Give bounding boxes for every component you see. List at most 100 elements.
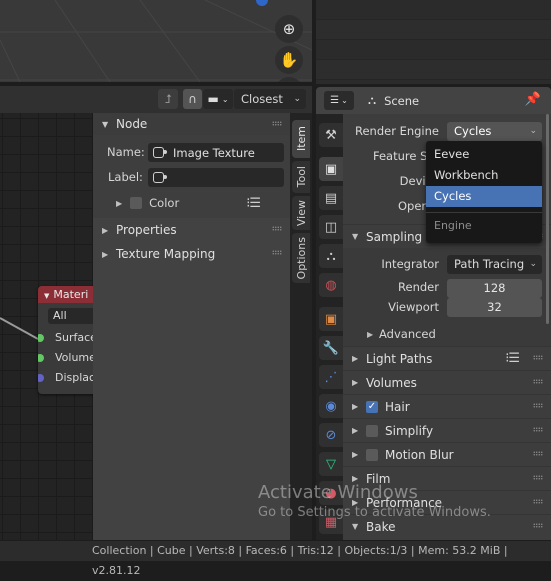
tab-tool-settings[interactable]: ⚒ [319,123,343,147]
section-header-performance[interactable]: ▶ Performance [343,490,551,514]
tool-icon: ⚒ [325,127,337,143]
collapse-triangle-icon[interactable]: ▼ [44,292,49,300]
integrator-select[interactable]: Path Tracing ⌄ [447,255,542,274]
tab-item[interactable]: Item [292,120,310,158]
section-header-film[interactable]: ▶ Film [343,466,551,490]
hand-pan-icon[interactable]: ✋ [275,46,303,74]
drag-grip-icon[interactable] [533,451,543,456]
expand-triangle-icon: ▼ [102,119,109,129]
menu-item-cycles[interactable]: Cycles [426,186,542,207]
section-header-simplify[interactable]: ▶ Simplify [343,418,551,442]
tab-particles[interactable]: ⋰ [319,365,343,389]
snap-toggle-button[interactable]: ∩ [183,89,202,109]
zoom-icon[interactable]: ⊕ [275,15,303,43]
scene-icon: ⛬ [326,248,336,264]
section-checkbox[interactable]: ✓ [366,400,378,413]
integrator-value: Path Tracing [454,257,525,271]
tab-scene[interactable]: ⛬ [319,244,343,268]
drag-grip-icon[interactable] [533,475,543,480]
outliner-row [316,40,551,60]
section-header-hair[interactable]: ▶ ✓ Hair [343,394,551,418]
section-title: Simplify [385,423,434,438]
tab-view[interactable]: View [292,196,310,230]
menu-item-eevee[interactable]: Eevee [426,144,542,165]
name-value: Image Texture [173,145,255,160]
pin-icon[interactable]: 📌 [525,92,541,107]
tab-object-data[interactable]: ▽ [319,452,343,476]
color-checkbox[interactable] [130,197,143,209]
section-header-motion-blur[interactable]: ▶ Motion Blur [343,442,551,466]
texture-icon: ▦ [324,514,338,530]
socket-dot[interactable] [38,334,44,342]
render-engine-menu: Eevee Workbench Cycles Engine [426,141,542,243]
properties-header: ☰ ⌄ ⛬ Scene 📌 [316,87,551,114]
material-output-node[interactable]: ▼ Materi All Surface Volume Displac [38,286,93,394]
tab-tool[interactable]: Tool [292,161,310,193]
tab-material[interactable]: ◕ [319,481,343,505]
drag-grip-icon[interactable] [533,379,543,384]
world-icon: ◍ [325,277,337,293]
render-samples-field[interactable]: 128 [447,279,542,298]
node-panel-header[interactable]: ▼ Node [93,113,290,135]
panel-title: Node [116,117,148,131]
render-samples-row: Render 128 [343,277,551,298]
drag-grip-icon[interactable] [533,523,543,528]
integrator-label: Integrator [381,257,439,271]
section-header-light-paths[interactable]: ▶ Light Paths ⁝☰ [343,346,551,370]
drag-grip-icon[interactable] [533,355,543,360]
drag-grip-icon[interactable] [533,499,543,504]
viewport-samples-field[interactable]: 32 [447,298,542,317]
color-subpanel[interactable]: ▶ Color ⁝☰ [93,191,290,215]
editor-type-button[interactable]: ☰ ⌄ [324,91,354,110]
snap-mode-select[interactable]: Closest ⌄ [234,89,306,109]
tab-modifiers[interactable]: 🔧 [319,336,343,360]
tab-render[interactable]: ▣ [319,157,343,181]
snap-element-dropdown[interactable]: ▬ ⌄ [203,89,233,109]
material-icon: ◕ [325,485,337,501]
name-input[interactable]: Image Texture [148,143,284,162]
node-title[interactable]: ▼ Materi [38,286,93,303]
tab-constraints[interactable]: ⊘ [319,423,343,447]
drag-grip-icon[interactable] [272,250,282,255]
node-editor-canvas[interactable]: ▼ Materi All Surface Volume Displac [0,113,93,540]
parent-node-button[interactable]: ⮥ [158,89,178,109]
drag-grip-icon[interactable] [272,226,282,231]
tab-view-layer[interactable]: ◫ [319,215,343,239]
socket-dot[interactable] [38,374,44,382]
tab-physics[interactable]: ◉ [319,394,343,418]
drag-grip-icon[interactable] [533,427,543,432]
3d-viewport[interactable]: ⊕ ✋ [0,0,312,82]
tab-output[interactable]: ▤ [319,186,343,210]
node-target-select[interactable]: All [48,308,93,324]
context-label: Scene [384,93,420,108]
tab-world[interactable]: ◍ [319,273,343,297]
drag-grip-icon[interactable] [272,121,282,126]
outliner-row [316,60,551,80]
tab-texture[interactable]: ▦ [319,510,343,534]
section-checkbox[interactable] [366,448,378,461]
texture-mapping-panel-header[interactable]: ▶ Texture Mapping [93,242,290,266]
presets-list-icon[interactable]: ⁝☰ [246,196,261,211]
tab-options[interactable]: Options [292,233,310,283]
section-header-volumes[interactable]: ▶ Volumes [343,370,551,394]
expand-triangle-icon: ▼ [352,522,359,531]
tab-object[interactable]: ▣ [319,307,343,331]
scrollbar[interactable] [546,114,549,324]
render-engine-select[interactable]: Cycles ⌄ [447,122,542,141]
menu-item-workbench[interactable]: Workbench [426,165,542,186]
socket-dot[interactable] [38,354,44,362]
properties-panel-header[interactable]: ▶ Properties [93,218,290,242]
render-engine-label: Render Engine [354,124,439,138]
presets-list-icon[interactable]: ⁝☰ [505,351,520,366]
render-samples-value: 128 [483,281,506,295]
section-title: Volumes [366,375,417,390]
section-checkbox[interactable] [366,424,378,437]
panel-title: Texture Mapping [116,247,216,261]
label-input[interactable] [148,168,284,187]
section-header-bake[interactable]: ▼ Bake [343,514,551,538]
advanced-subpanel-header[interactable]: ▶ Advanced [343,322,551,346]
node-sidebar: ▼ Node Name: Image Texture Label: ▶ Colo… [93,113,290,540]
render-samples-label: Render [398,280,439,294]
drag-grip-icon[interactable] [533,403,543,408]
expand-triangle-icon: ▶ [367,329,374,339]
